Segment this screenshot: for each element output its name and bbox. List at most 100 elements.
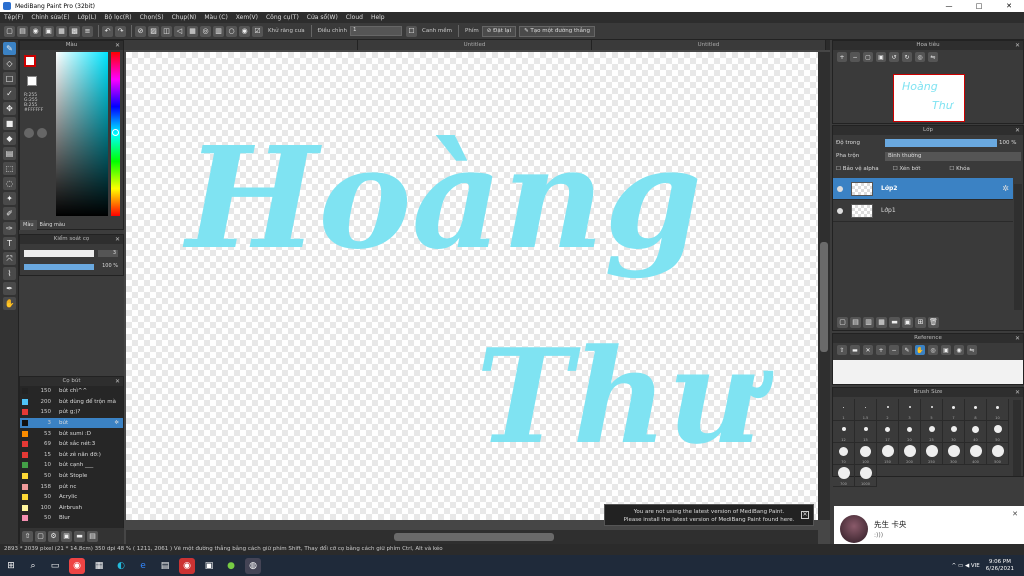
brush-tool-icon[interactable]: ✎ (3, 42, 16, 55)
notice-close-icon[interactable]: ✕ (801, 511, 809, 519)
store-icon[interactable]: ▦ (91, 558, 107, 574)
open-file-icon[interactable]: ▤ (17, 25, 28, 37)
language-indicator[interactable]: VIE (971, 563, 980, 569)
chat-close-icon[interactable]: ✕ (1012, 510, 1018, 518)
layer-opacity-slider[interactable] (885, 139, 997, 147)
select-rect-tool-icon[interactable]: ⬚ (3, 162, 16, 175)
correction-select[interactable]: 1 (350, 26, 402, 36)
new-8bit-layer-icon[interactable]: ▥ (863, 316, 874, 328)
undo-icon[interactable]: ↶ (102, 25, 113, 37)
snap-circle-icon[interactable]: ◎ (200, 25, 211, 37)
visibility-icon[interactable] (837, 207, 843, 214)
menu-select[interactable]: Chọn(S) (140, 14, 164, 21)
brush-item[interactable]: 150 bút chì^^ (20, 386, 123, 397)
export-icon[interactable]: ▦ (56, 25, 67, 37)
new-file-icon[interactable]: ▢ (4, 25, 15, 37)
fit-icon[interactable]: ▢ (863, 52, 873, 62)
brush-size-cell[interactable]: 12 (833, 421, 855, 443)
brush-size-cell[interactable]: 20 (899, 421, 921, 443)
menu-file[interactable]: Tệp(F) (4, 14, 23, 21)
invert-icon[interactable]: ▨ (148, 25, 159, 37)
drawing-canvas[interactable]: Hoàng Thư (126, 52, 818, 520)
reference-image-area[interactable] (833, 360, 1023, 384)
brush-size-cell[interactable]: 50 (987, 421, 1009, 443)
brush-item[interactable]: 50 Blur (20, 513, 123, 524)
brush-size-cell[interactable]: 40 (965, 421, 987, 443)
new-halftone-layer-icon[interactable]: ▤ (850, 316, 861, 328)
rotate-right-icon[interactable]: ↻ (902, 52, 912, 62)
panel-close-icon[interactable]: ✕ (1015, 334, 1020, 343)
network-icon[interactable]: ▭ (958, 563, 963, 569)
panel-close-icon[interactable]: ✕ (1015, 388, 1020, 397)
transform-icon[interactable]: ◫ (161, 25, 172, 37)
move-tool-icon[interactable]: ✥ (3, 102, 16, 115)
blend-mode-select[interactable]: Bình thường (885, 152, 1021, 161)
tab-color[interactable]: Màu (20, 220, 37, 230)
close-reference-icon[interactable]: ✕ (863, 345, 873, 355)
zoom-in-icon[interactable]: + (876, 345, 886, 355)
panel-close-icon[interactable]: ✕ (115, 377, 120, 386)
brush-size-cell[interactable]: 5 (921, 399, 943, 421)
task-view-icon[interactable]: ▭ (47, 558, 63, 574)
app-green-icon[interactable]: ● (223, 558, 239, 574)
brush-size-cell[interactable]: 3 (899, 399, 921, 421)
brush-item[interactable]: 158 pút nc (20, 481, 123, 492)
brush-settings-icon[interactable]: ⚙ (48, 530, 59, 542)
hand-icon[interactable]: ✋ (915, 345, 925, 355)
brush-item[interactable]: 3 bút ✲ (20, 417, 123, 429)
save-icon[interactable]: ▣ (43, 25, 54, 37)
protect-alpha-checkbox[interactable]: ☐ (836, 166, 843, 172)
magic-wand-tool-icon[interactable]: ✦ (3, 192, 16, 205)
menu-layer[interactable]: Lớp(L) (78, 14, 97, 21)
check-tool-icon[interactable]: ✓ (3, 87, 16, 100)
brush-size-cell[interactable]: 100 (855, 443, 877, 465)
select-eraser-tool-icon[interactable]: ✑ (3, 222, 16, 235)
reset-icon[interactable]: ◉ (954, 345, 964, 355)
menu-cloud[interactable]: Cloud (346, 14, 363, 21)
visibility-icon[interactable] (837, 185, 843, 192)
brush-settings-icon[interactable]: ✲ (114, 420, 119, 426)
dropper-tool-icon[interactable]: ✒ (3, 282, 16, 295)
circle-icon[interactable]: ○ (226, 25, 237, 37)
zoom-in-icon[interactable]: + (837, 52, 847, 62)
start-icon[interactable]: ⊞ (3, 558, 19, 574)
grid2-icon[interactable]: ▦ (187, 25, 198, 37)
zoom-out-icon[interactable]: − (850, 52, 860, 62)
menu-window[interactable]: Cửa sổ(W) (307, 14, 338, 21)
clock[interactable]: 9:06 PM 6/26/2021 (986, 559, 1014, 573)
panel-close-icon[interactable]: ✕ (115, 41, 120, 50)
brush-item[interactable]: 200 bút dùng để trộn mà (20, 397, 123, 408)
brush-size-cell[interactable]: 30 (943, 421, 965, 443)
brush-size-cell[interactable]: 400 (965, 443, 987, 465)
menu-filter[interactable]: Bộ lọc(R) (104, 14, 131, 21)
vertical-scroll-thumb[interactable] (820, 242, 828, 352)
color-wheel-icon[interactable] (37, 128, 47, 138)
brush-size-cell[interactable]: 2 (877, 399, 899, 421)
deselect-icon[interactable]: ⊘ (135, 25, 146, 37)
layer-item-lop2[interactable]: Lớp2 ✲ (833, 178, 1013, 200)
layer-item-lop1[interactable]: Lớp1 (833, 200, 1013, 222)
edge-icon[interactable]: ◐ (113, 558, 129, 574)
layer-scrollbar[interactable] (1014, 184, 1022, 310)
operation-tool-icon[interactable]: ⤧ (3, 252, 16, 265)
saturation-value-picker[interactable] (56, 52, 108, 216)
select-pen-tool-icon[interactable]: ✐ (3, 207, 16, 220)
new-layer-icon[interactable]: ▢ (837, 316, 848, 328)
bucket-tool-icon[interactable]: ◆ (3, 132, 16, 145)
redo-icon[interactable]: ↷ (115, 25, 126, 37)
brush-size-cell[interactable]: 1000 (855, 465, 877, 487)
snap-reset-button[interactable]: ⊘ Đặt lại (481, 25, 517, 37)
eyedropper-tool-icon[interactable]: ⌇ (3, 267, 16, 280)
brush-size-slider[interactable] (24, 250, 94, 257)
brush-size-cell[interactable]: 8 (965, 399, 987, 421)
explorer-icon[interactable]: ▤ (157, 558, 173, 574)
grid-icon[interactable]: ▩ (69, 25, 80, 37)
brush-item[interactable]: 69 bút sắc nét:3 (20, 439, 123, 450)
brush-size-cell[interactable]: 1.5 (855, 399, 877, 421)
copy-brush-icon[interactable]: ▣ (61, 530, 72, 542)
brush-size-cell[interactable]: 1 (833, 399, 855, 421)
rotate-left-icon[interactable]: ◁ (174, 25, 185, 37)
duplicate-brush-icon[interactable]: ▤ (87, 530, 98, 542)
delete-layer-icon[interactable]: 🗑 (928, 316, 939, 328)
reset-rotation-icon[interactable]: ◎ (915, 52, 925, 62)
